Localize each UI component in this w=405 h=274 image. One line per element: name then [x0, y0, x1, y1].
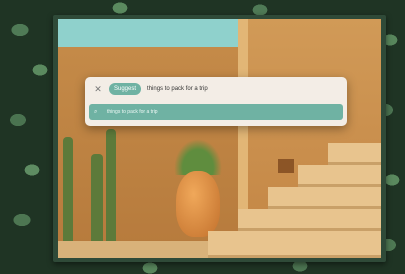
stair-step	[208, 231, 381, 258]
search-query-text[interactable]: things to pack for a trip	[147, 86, 208, 92]
command-bar-input-row[interactable]: ✕ Suggest things to pack for a trip	[85, 77, 347, 101]
suggestion-result-text: things to pack for a trip	[107, 109, 158, 115]
sky	[58, 19, 240, 47]
suggest-tag[interactable]: Suggest	[109, 83, 142, 95]
cactus	[91, 154, 103, 249]
cactus	[63, 137, 73, 249]
staircase	[208, 139, 381, 258]
desktop-wallpaper-photo	[58, 19, 381, 258]
stair-step	[298, 165, 381, 187]
close-icon[interactable]: ✕	[91, 84, 105, 95]
stair-step	[328, 143, 381, 165]
stair-step	[238, 209, 381, 231]
cactus	[106, 129, 116, 249]
command-bar: ✕ Suggest things to pack for a trip ⌕ th…	[85, 77, 347, 126]
suggestion-result[interactable]: ⌕ things to pack for a trip	[89, 104, 343, 120]
search-icon: ⌕	[94, 108, 98, 115]
stair-step	[268, 187, 381, 209]
